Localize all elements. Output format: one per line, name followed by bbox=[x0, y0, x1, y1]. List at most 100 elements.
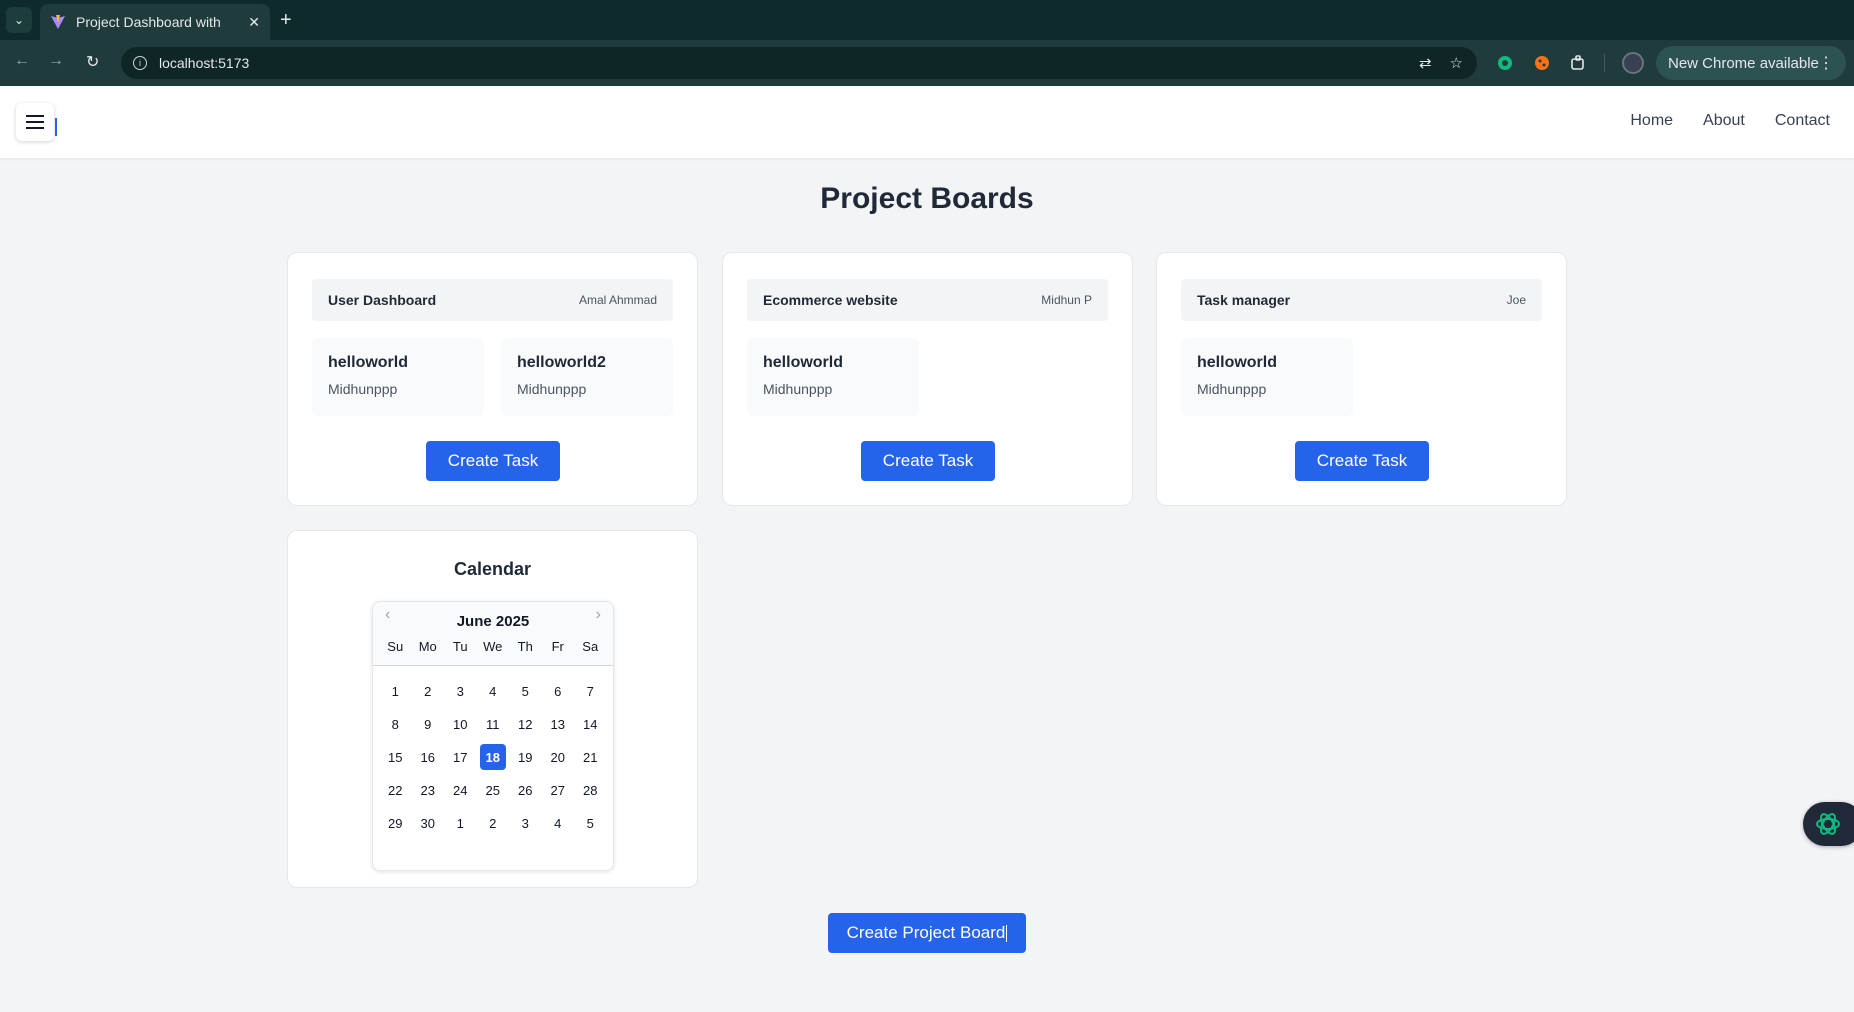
calendar-day[interactable]: 20 bbox=[542, 744, 575, 770]
new-tab-plus-icon[interactable]: + bbox=[280, 8, 292, 32]
calendar-day[interactable]: 2 bbox=[412, 678, 445, 704]
calendar-header: ‹ June 2025 › Su Mo Tu We Th Fr Sa bbox=[373, 602, 613, 666]
create-task-button[interactable]: Create Task bbox=[861, 441, 995, 481]
calendar-day-selected[interactable]: 18 bbox=[477, 744, 510, 770]
task-card[interactable]: helloworld Midhunppp bbox=[312, 338, 484, 416]
task-card[interactable]: helloworld2 Midhunppp bbox=[501, 338, 673, 416]
calendar-day[interactable]: 6 bbox=[542, 678, 575, 704]
calendar-day-label: 6 bbox=[554, 683, 562, 699]
address-url[interactable]: localhost:5173 bbox=[159, 55, 249, 71]
tab-list-chevron-icon[interactable]: ⌄ bbox=[6, 7, 32, 33]
calendar-day[interactable]: 21 bbox=[574, 744, 607, 770]
app-header: Home About Contact bbox=[0, 86, 1854, 158]
calendar-day[interactable]: 29 bbox=[379, 810, 412, 836]
assistant-openai-icon[interactable] bbox=[1803, 802, 1854, 846]
board-card: Ecommerce website Midhun P helloworld Mi… bbox=[722, 252, 1133, 506]
task-card[interactable]: helloworld Midhunppp bbox=[1181, 338, 1353, 416]
browser-tab-active[interactable]: Project Dashboard with ✕ bbox=[40, 4, 270, 40]
calendar-day[interactable]: 10 bbox=[444, 711, 477, 737]
profile-avatar[interactable] bbox=[1622, 52, 1644, 74]
extensions-puzzle-icon[interactable] bbox=[1569, 54, 1587, 72]
reload-icon[interactable]: ↻ bbox=[86, 52, 99, 72]
calendar-day-label: 13 bbox=[550, 716, 565, 732]
calendar-day-label: 26 bbox=[518, 782, 533, 798]
calendar-day[interactable]: 17 bbox=[444, 744, 477, 770]
calendar-day-label: 5 bbox=[586, 815, 594, 831]
calendar-day[interactable]: 5 bbox=[574, 810, 607, 836]
create-project-board-button[interactable]: Create Project Board bbox=[828, 913, 1026, 953]
calendar-day[interactable]: 30 bbox=[412, 810, 445, 836]
toolbar-divider bbox=[1604, 54, 1605, 72]
calendar-day[interactable]: 5 bbox=[509, 678, 542, 704]
calendar-day-label: 24 bbox=[453, 782, 468, 798]
calendar-day-label: 5 bbox=[521, 683, 529, 699]
task-card[interactable]: helloworld Midhunppp bbox=[747, 338, 919, 416]
calendar-day-label: 22 bbox=[388, 782, 403, 798]
weekday-label: Su bbox=[387, 639, 404, 654]
calendar-widget: ‹ June 2025 › Su Mo Tu We Th Fr Sa 12345… bbox=[372, 601, 614, 871]
calendar-title: Calendar bbox=[453, 559, 532, 579]
calendar-day[interactable]: 26 bbox=[509, 777, 542, 803]
calendar-day[interactable]: 22 bbox=[379, 777, 412, 803]
tab-close-icon[interactable]: ✕ bbox=[248, 14, 260, 31]
calendar-day[interactable]: 3 bbox=[509, 810, 542, 836]
calendar-day-label: 17 bbox=[453, 749, 468, 765]
calendar-day[interactable]: 14 bbox=[574, 711, 607, 737]
calendar-day[interactable]: 9 bbox=[412, 711, 445, 737]
nav-contact-link[interactable]: Contact bbox=[1775, 112, 1830, 130]
weekday-label: We bbox=[483, 639, 503, 654]
calendar-day[interactable]: 2 bbox=[477, 810, 510, 836]
nav-about-link[interactable]: About bbox=[1703, 112, 1745, 130]
calendar-day-label: 3 bbox=[521, 815, 529, 831]
chrome-menu-dots-icon[interactable]: ⋮ bbox=[1818, 53, 1834, 73]
focus-caret bbox=[55, 118, 57, 136]
menu-hamburger-icon[interactable] bbox=[16, 103, 54, 141]
calendar-day[interactable]: 8 bbox=[379, 711, 412, 737]
weekday-label: Mo bbox=[418, 639, 437, 654]
browser-toolbar: ← → ↻ i localhost:5173 ⇄ ☆ New Chrome av… bbox=[0, 40, 1854, 86]
task-user: Midhunppp bbox=[328, 381, 398, 397]
calendar-day[interactable]: 24 bbox=[444, 777, 477, 803]
calendar-day[interactable]: 23 bbox=[412, 777, 445, 803]
forward-arrow-icon[interactable]: → bbox=[48, 52, 64, 70]
board-owner: Midhun P bbox=[1041, 293, 1092, 307]
calendar-day[interactable]: 27 bbox=[542, 777, 575, 803]
calendar-day[interactable]: 7 bbox=[574, 678, 607, 704]
calendar-day[interactable]: 25 bbox=[477, 777, 510, 803]
create-task-button[interactable]: Create Task bbox=[426, 441, 560, 481]
calendar-day[interactable]: 12 bbox=[509, 711, 542, 737]
board-card: User Dashboard Amal Ahmmad helloworld Mi… bbox=[287, 252, 698, 506]
calendar-day[interactable]: 4 bbox=[477, 678, 510, 704]
back-arrow-icon[interactable]: ← bbox=[14, 52, 30, 70]
translate-icon[interactable]: ⇄ bbox=[1419, 54, 1432, 72]
calendar-day[interactable]: 28 bbox=[574, 777, 607, 803]
address-bar[interactable]: i localhost:5173 ⇄ ☆ bbox=[121, 47, 1477, 79]
calendar-day[interactable]: 4 bbox=[542, 810, 575, 836]
next-month-chevron-icon[interactable]: › bbox=[596, 606, 601, 624]
site-info-icon[interactable]: i bbox=[133, 56, 147, 70]
calendar-day[interactable]: 3 bbox=[444, 678, 477, 704]
nav-home-link[interactable]: Home bbox=[1630, 112, 1673, 130]
text-caret bbox=[1006, 924, 1008, 942]
create-task-button[interactable]: Create Task bbox=[1295, 441, 1429, 481]
calendar-day-label: 9 bbox=[424, 716, 432, 732]
calendar-day-label: 28 bbox=[583, 782, 598, 798]
browser-tab-strip: ⌄ Project Dashboard with ✕ + bbox=[0, 0, 1854, 40]
bookmark-star-icon[interactable]: ☆ bbox=[1450, 54, 1463, 72]
chrome-update-button[interactable]: New Chrome available ⋮ bbox=[1656, 46, 1846, 80]
calendar-day[interactable]: 11 bbox=[477, 711, 510, 737]
calendar-day-label: 2 bbox=[489, 815, 497, 831]
board-owner: Amal Ahmmad bbox=[578, 293, 657, 307]
calendar-day-label: 12 bbox=[518, 716, 533, 732]
calendar-day[interactable]: 13 bbox=[542, 711, 575, 737]
extension-chatgpt-icon[interactable] bbox=[1496, 54, 1514, 72]
calendar-day[interactable]: 19 bbox=[509, 744, 542, 770]
extension-cookie-icon[interactable] bbox=[1533, 54, 1551, 72]
calendar-day-label: 10 bbox=[453, 716, 468, 732]
calendar-day-label: 16 bbox=[420, 749, 435, 765]
board-header: Task manager Joe bbox=[1181, 279, 1542, 321]
calendar-day[interactable]: 1 bbox=[444, 810, 477, 836]
calendar-day[interactable]: 15 bbox=[379, 744, 412, 770]
calendar-day[interactable]: 1 bbox=[379, 678, 412, 704]
calendar-day[interactable]: 16 bbox=[412, 744, 445, 770]
